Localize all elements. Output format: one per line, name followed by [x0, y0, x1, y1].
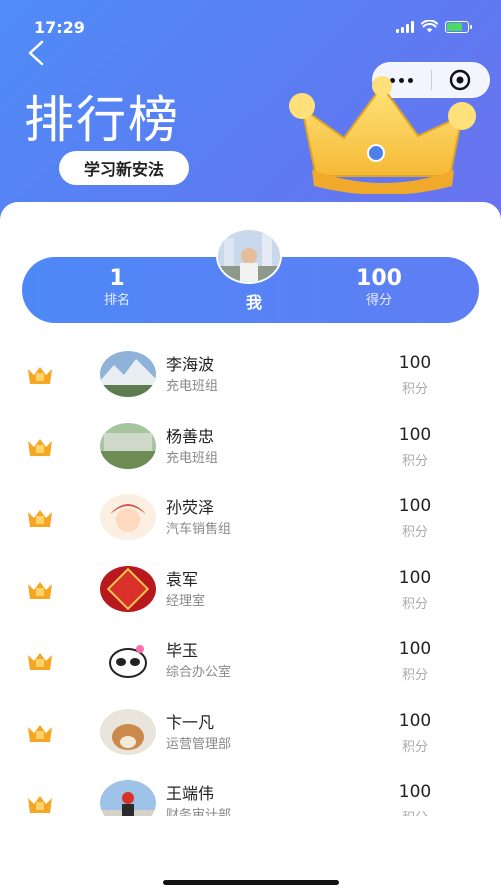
member-name: 李海波	[166, 355, 215, 374]
list-item[interactable]: 袁军 经理室 100 积分	[0, 555, 501, 627]
list-item[interactable]: 杨善忠 充电班组 100 积分	[0, 412, 501, 484]
member-score: 100	[398, 424, 432, 445]
score-unit: 积分	[401, 668, 428, 683]
member-score: 100	[398, 353, 432, 373]
member-dept: 财务审计部	[166, 808, 232, 816]
my-score: 100 得分	[349, 266, 409, 310]
score-unit: 积分	[401, 525, 428, 540]
score-unit: 积分	[401, 739, 428, 755]
leaderboard-list: 李海波 充电班组 100 积分 杨善忠 充电班组 100 积分 孙荧泽 汽车销售…	[0, 340, 501, 816]
avatar	[100, 708, 156, 755]
member-score: 100	[398, 782, 432, 802]
list-item[interactable]: 卞一凡 运营管理部 100 积分	[0, 698, 501, 770]
member-dept: 汽车销售组	[166, 522, 232, 537]
header-banner: 17:29 排行榜 学习新安法	[0, 0, 501, 230]
quiz-name-pill: 学习新安法	[59, 151, 189, 185]
avatar	[100, 494, 156, 540]
member-name: 卞一凡	[166, 712, 215, 732]
member-name: 袁军	[166, 569, 199, 589]
my-score-label: 得分	[365, 293, 392, 308]
my-avatar	[216, 228, 282, 284]
rank-crown-icon	[28, 724, 52, 742]
battery-icon	[445, 20, 472, 33]
member-dept: 经理室	[166, 593, 206, 609]
member-dept: 综合办公室	[166, 665, 232, 680]
member-score: 100	[398, 639, 432, 659]
avatar	[100, 780, 156, 816]
member-name: 毕玉	[166, 641, 199, 660]
page-title: 排行榜	[24, 91, 180, 149]
rank-crown-icon	[28, 653, 52, 670]
list-item[interactable]: 孙荧泽 汽车销售组 100 积分	[0, 483, 501, 555]
avatar	[100, 422, 156, 469]
rank-crown-icon	[28, 581, 52, 599]
status-time: 17:29	[34, 18, 85, 37]
member-dept: 充电班组	[166, 450, 219, 466]
member-dept: 运营管理部	[166, 736, 232, 752]
chevron-left-icon[interactable]	[22, 38, 52, 68]
member-name: 王端伟	[166, 784, 215, 803]
avatar	[100, 351, 156, 397]
score-unit: 积分	[401, 596, 428, 612]
member-score: 100	[398, 567, 432, 588]
score-unit: 积分	[401, 382, 428, 397]
signal-icon	[396, 20, 414, 33]
rank-crown-icon	[28, 796, 52, 813]
home-indicator[interactable]	[163, 880, 339, 885]
member-score: 100	[398, 710, 432, 731]
avatar	[100, 637, 156, 683]
avatar	[100, 565, 156, 612]
member-score: 100	[398, 496, 432, 516]
my-label: 我	[245, 293, 262, 312]
list-item[interactable]: 李海波 充电班组 100 积分	[0, 340, 501, 412]
rank-crown-icon	[28, 438, 52, 456]
my-rank-label: 排名	[103, 293, 130, 308]
my-rank-value: 1	[109, 266, 125, 291]
my-score-value: 100	[356, 266, 402, 291]
my-rank: 1 排名	[87, 266, 147, 310]
member-dept: 充电班组	[166, 379, 219, 394]
list-item[interactable]: 王端伟 财务审计部 100 积分	[0, 769, 501, 816]
member-name: 孙荧泽	[166, 498, 215, 517]
score-unit: 积分	[401, 453, 428, 469]
member-name: 杨善忠	[166, 426, 215, 446]
crown-icon	[289, 76, 476, 194]
status-icons	[396, 20, 472, 33]
rank-crown-icon	[28, 367, 52, 384]
score-unit: 积分	[380, 807, 450, 816]
list-item[interactable]: 毕玉 综合办公室 100 积分	[0, 626, 501, 698]
rank-crown-icon	[28, 510, 52, 527]
wifi-icon	[421, 20, 438, 33]
